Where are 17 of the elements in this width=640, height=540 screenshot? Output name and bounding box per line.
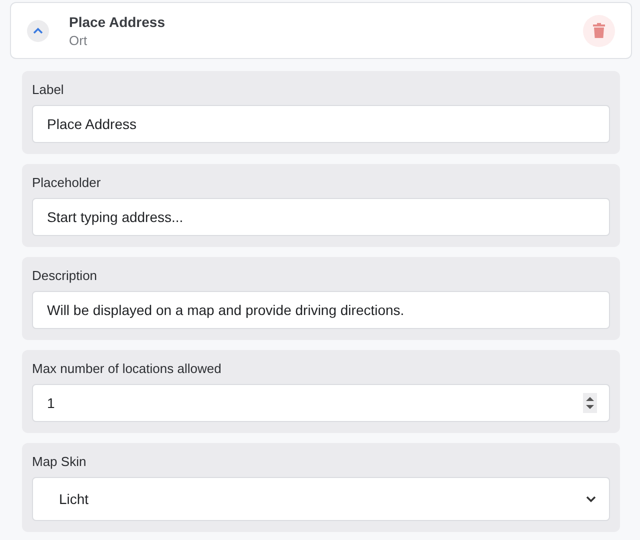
field-label: Map Skin (32, 454, 88, 469)
trash-icon (593, 23, 605, 38)
text-field[interactable]: Will be displayed on a map and provide driving directions. (32, 291, 610, 329)
field-type: Ort (69, 32, 88, 48)
number-field[interactable]: 1 (32, 384, 610, 422)
field-label: Max number of locations allowed (32, 361, 222, 376)
text-field[interactable]: Place Address (32, 105, 610, 143)
select-field[interactable]: Licht (32, 477, 610, 521)
collapse-button[interactable] (27, 20, 49, 42)
chevron-up-icon (32, 26, 44, 34)
text-field[interactable]: Start typing address... (32, 198, 610, 236)
chevron-down-icon (585, 495, 597, 503)
field-title: Place Address (69, 14, 166, 30)
delete-button[interactable] (583, 14, 615, 46)
field-label: Description (32, 268, 98, 283)
field-label: Label (32, 82, 65, 97)
field-label: Placeholder (32, 175, 102, 190)
